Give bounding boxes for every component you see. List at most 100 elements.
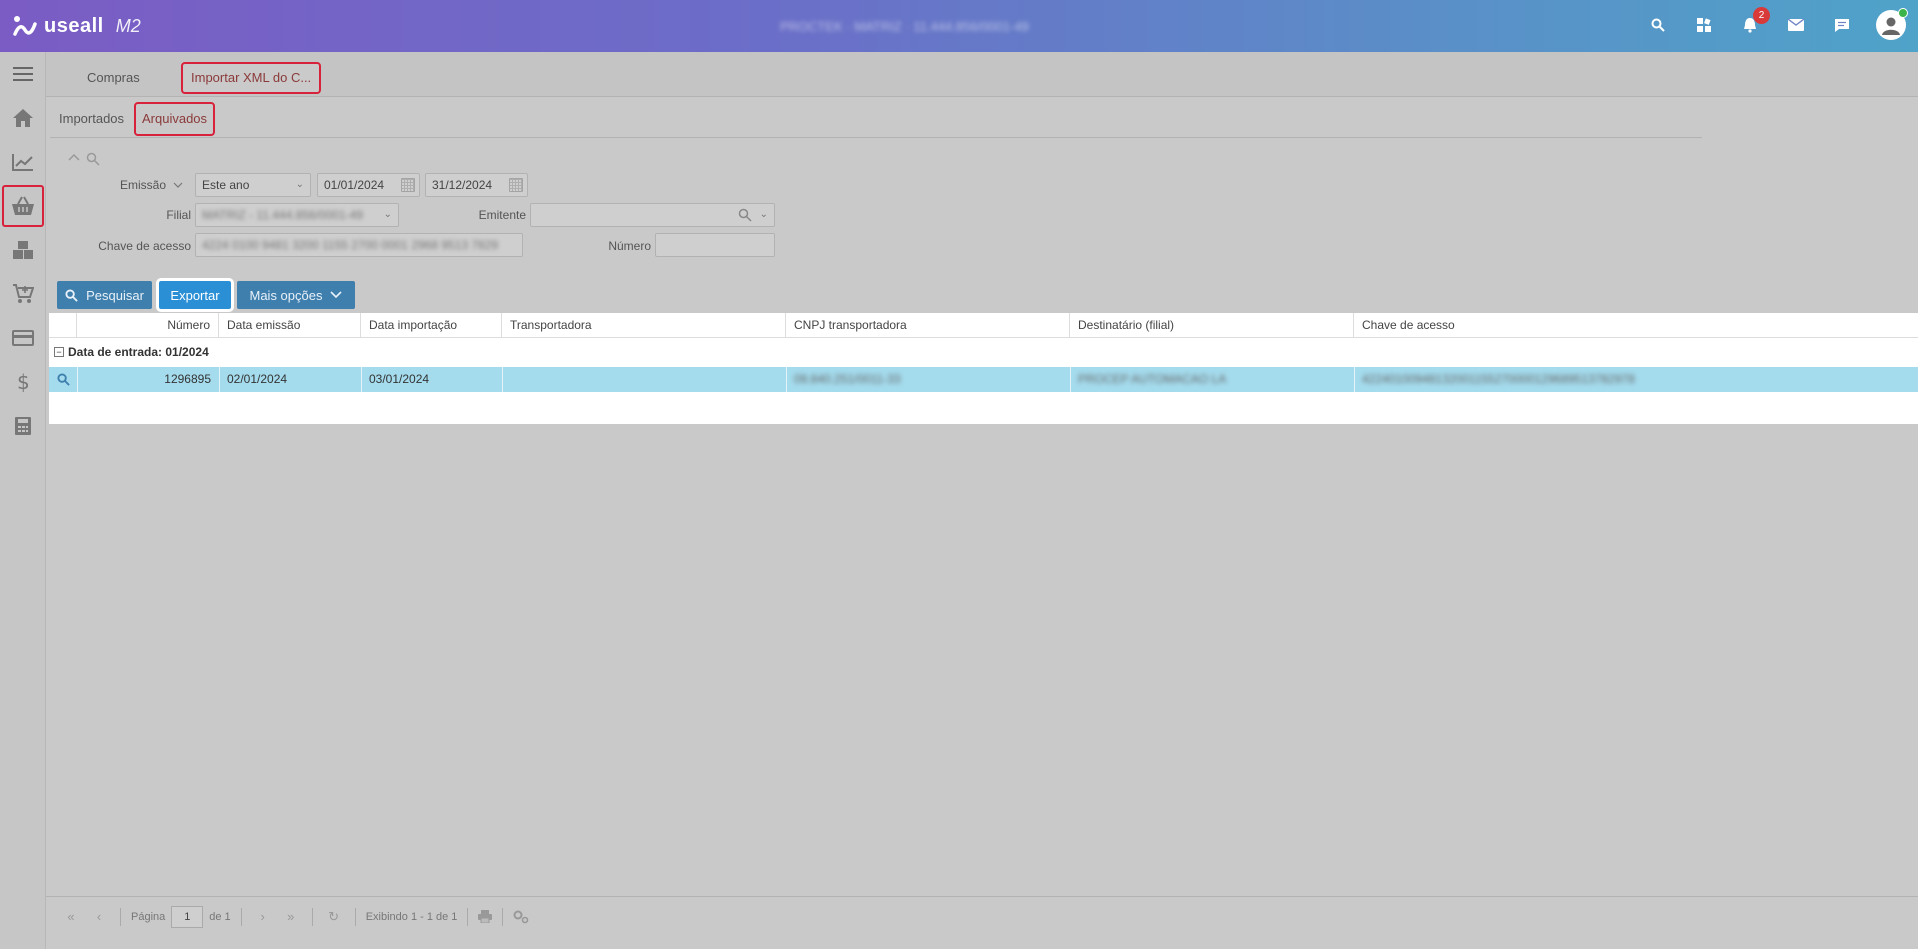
main-tabs: Compras Importar XML do C...: [46, 52, 1918, 97]
company-context: PROCTEK · MATRIZ · 11.444.856/0001-49: [780, 19, 1029, 34]
chat-icon[interactable]: [1830, 13, 1854, 37]
useall-logo-icon: [13, 16, 37, 36]
chevron-down-icon[interactable]: [173, 181, 183, 189]
first-page-icon[interactable]: «: [60, 909, 82, 924]
date-to-value: 31/12/2024: [432, 178, 493, 192]
top-icons: 2: [1646, 7, 1908, 40]
col-header-destinatario[interactable]: Destinatário (filial): [1070, 313, 1354, 338]
top-header: useall M2 PROCTEK · MATRIZ · 11.444.856/…: [0, 0, 1918, 52]
sidebar: $: [0, 52, 46, 949]
logo-suffix: M2: [115, 15, 141, 36]
export-button-label: Exportar: [170, 287, 220, 303]
col-header-cnpj-transportadora[interactable]: CNPJ transportadora: [786, 313, 1070, 338]
user-avatar[interactable]: [1876, 8, 1908, 40]
chevron-down-icon: ⌄: [759, 209, 768, 220]
chevron-down-icon: ⌄: [383, 209, 392, 220]
filial-value: MATRIZ - 11.444.856/0001-49: [202, 208, 363, 222]
last-page-icon[interactable]: »: [280, 909, 302, 924]
col-header-transportadora[interactable]: Transportadora: [502, 313, 786, 338]
emissao-period-value: Este ano: [202, 178, 250, 192]
print-icon[interactable]: [478, 910, 493, 923]
search-icon[interactable]: [1646, 13, 1670, 37]
showing-label: Exibindo 1 - 1 de 1: [365, 910, 458, 923]
date-from-value: 01/01/2024: [324, 178, 385, 192]
svg-text:$: $: [17, 371, 30, 393]
numero-input[interactable]: [655, 233, 775, 257]
calculator-icon: [15, 417, 31, 435]
page-total-label: de 1: [209, 910, 231, 923]
prev-page-icon[interactable]: ‹: [88, 909, 110, 924]
mail-icon[interactable]: [1784, 13, 1808, 37]
refresh-icon[interactable]: ↻: [323, 909, 345, 925]
emitente-input[interactable]: ⌄: [530, 203, 775, 227]
col-header-data-emissao[interactable]: Data emissão: [219, 313, 361, 338]
tab-importados[interactable]: Importados: [53, 102, 130, 136]
tab-arquivados[interactable]: Arquivados: [134, 102, 216, 136]
filial-select[interactable]: MATRIZ - 11.444.856/0001-49 ⌄: [195, 203, 399, 227]
chevron-down-icon: ⌄: [295, 179, 304, 190]
tab-compras[interactable]: Compras: [79, 62, 148, 94]
cart-icon: [13, 284, 34, 303]
cell-numero: 1296895: [164, 372, 211, 386]
cell-destinatario: PROCEP AUTOMACAO LA: [1078, 372, 1227, 386]
calendar-icon[interactable]: [509, 178, 523, 192]
dollar-icon: $: [17, 371, 30, 393]
chave-acesso-input[interactable]: 4224 0100 9481 3200 1155 2700 0001 2968 …: [195, 233, 523, 257]
cell-data-importacao: 03/01/2024: [369, 372, 430, 386]
bell-icon[interactable]: 2: [1738, 7, 1770, 37]
view-details-icon[interactable]: [57, 373, 70, 386]
cell-data-emissao: 02/01/2024: [227, 372, 288, 386]
calendar-icon[interactable]: [401, 178, 415, 192]
search-icon[interactable]: [738, 208, 752, 222]
emissao-period-select[interactable]: Este ano ⌄: [195, 173, 311, 197]
sidebar-item-financeiro[interactable]: [0, 316, 46, 360]
date-to-input[interactable]: 31/12/2024: [425, 173, 528, 197]
sidebar-item-calculadora[interactable]: [0, 404, 46, 448]
credit-card-icon: [12, 330, 34, 346]
tab-importar-xml[interactable]: Importar XML do C...: [181, 62, 322, 94]
results-grid: Número Data emissão Data importação Tran…: [49, 313, 1918, 424]
notification-badge: 2: [1753, 7, 1770, 24]
col-header-chave-acesso[interactable]: Chave de acesso: [1354, 313, 1918, 338]
search-button[interactable]: Pesquisar: [57, 281, 152, 309]
search-button-label: Pesquisar: [86, 287, 144, 303]
next-page-icon[interactable]: ›: [252, 909, 274, 924]
collapse-icon[interactable]: −: [54, 347, 64, 357]
settings-icon[interactable]: [513, 910, 529, 924]
col-header-data-importacao[interactable]: Data importação: [361, 313, 502, 338]
grid-header: Número Data emissão Data importação Tran…: [49, 313, 1918, 338]
online-status-dot: [1898, 8, 1908, 18]
page-number-input[interactable]: 1: [171, 905, 204, 928]
sidebar-item-faturamento[interactable]: $: [0, 360, 46, 404]
pager: « ‹ Página 1 de 1 › » ↻ Exibindo 1 - 1 d…: [46, 896, 1918, 936]
apps-icon[interactable]: [1692, 13, 1716, 37]
chave-acesso-label: Chave de acesso: [98, 239, 191, 253]
more-options-button[interactable]: Mais opções: [237, 281, 355, 309]
sidebar-item-estoque[interactable]: [0, 228, 46, 272]
group-row[interactable]: − Data de entrada: 01/2024: [49, 341, 209, 363]
cell-chave-acesso: 4224010094813200115527000012968951378297…: [1362, 372, 1635, 386]
search-icon: [65, 288, 78, 302]
hamburger-icon: [13, 67, 33, 81]
export-button[interactable]: Exportar: [156, 278, 234, 312]
home-icon: [13, 109, 33, 127]
sidebar-item-dashboard[interactable]: [0, 140, 46, 184]
sidebar-item-compras[interactable]: [1, 184, 45, 228]
menu-toggle-button[interactable]: [0, 52, 46, 96]
chevron-up-icon: [68, 153, 80, 161]
shopping-basket-icon: [12, 196, 34, 215]
chart-line-icon: [12, 154, 33, 171]
cell-cnpj-transportadora: 09.840.251/0011-33: [794, 372, 901, 386]
page-label: Página: [131, 910, 166, 923]
cell-transportadora: [502, 367, 786, 392]
date-from-input[interactable]: 01/01/2024: [317, 173, 420, 197]
col-header-numero[interactable]: Número: [77, 313, 219, 338]
logo-text: useall: [44, 14, 104, 37]
table-row[interactable]: 1296895 02/01/2024 03/01/2024 09.840.251…: [49, 367, 1918, 392]
logo[interactable]: useall M2: [12, 12, 141, 40]
search-icon: [86, 152, 100, 166]
sidebar-item-vendas[interactable]: [0, 272, 46, 316]
more-options-label: Mais opções: [249, 287, 323, 303]
filter-toggle[interactable]: [68, 152, 100, 166]
sidebar-item-home[interactable]: [0, 96, 46, 140]
